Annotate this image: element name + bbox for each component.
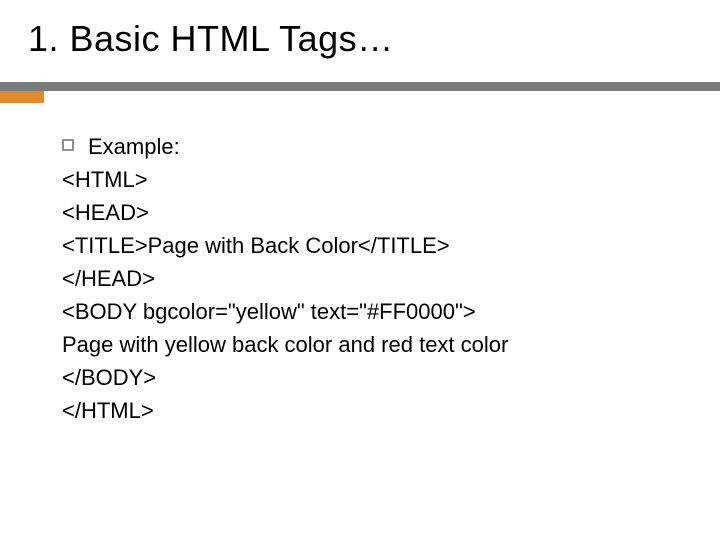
code-line: <HEAD> — [62, 196, 680, 229]
code-line: <BODY bgcolor="yellow" text="#FF0000"> — [62, 295, 680, 328]
rule-grey-bar — [0, 82, 720, 91]
slide-body: Example: <HTML> <HEAD> <TITLE>Page with … — [62, 130, 680, 427]
bullet-row: Example: — [62, 130, 680, 163]
code-line: Page with yellow back color and red text… — [62, 328, 680, 361]
code-line: <TITLE>Page with Back Color</TITLE> — [62, 229, 680, 262]
slide-title: 1. Basic HTML Tags… — [28, 18, 394, 60]
code-line: </HEAD> — [62, 262, 680, 295]
code-line: </BODY> — [62, 361, 680, 394]
rule-accent-bar — [0, 91, 44, 103]
bullet-label: Example: — [88, 130, 180, 163]
square-bullet-icon — [62, 139, 74, 151]
code-line: </HTML> — [62, 394, 680, 427]
code-line: <HTML> — [62, 163, 680, 196]
slide: 1. Basic HTML Tags… Example: <HTML> <HEA… — [0, 0, 720, 540]
